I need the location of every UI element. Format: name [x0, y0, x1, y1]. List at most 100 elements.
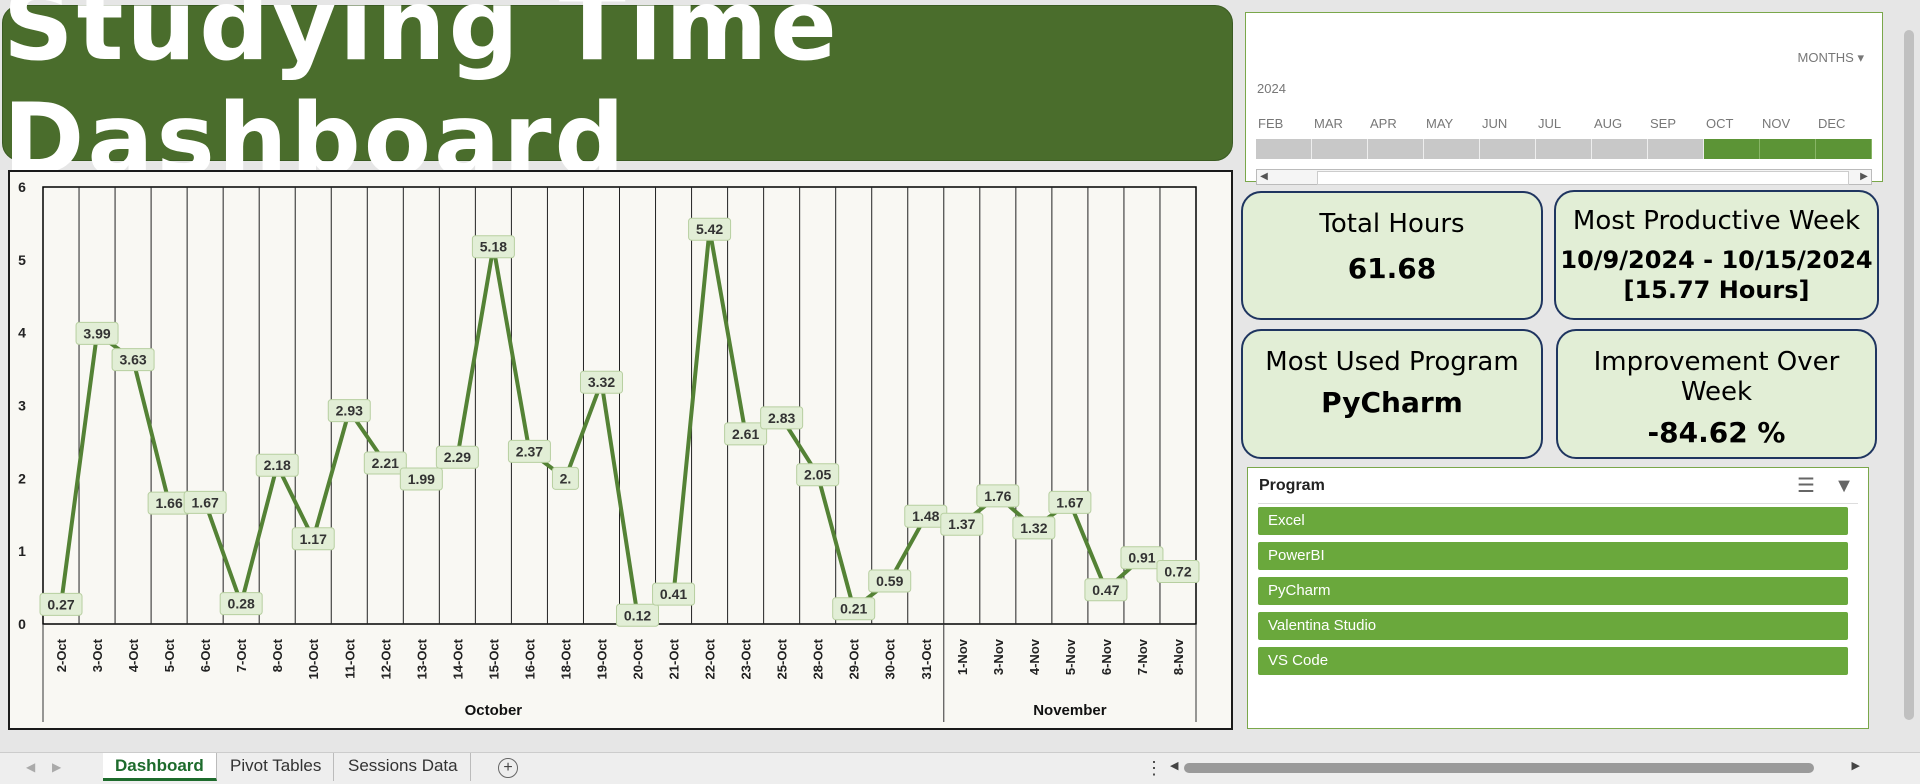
- data-label: 0.91: [1128, 550, 1155, 566]
- slicer-item-valentina-studio[interactable]: Valentina Studio: [1258, 612, 1848, 640]
- y-tick-label: 4: [18, 325, 26, 341]
- tab-dashboard[interactable]: Dashboard: [103, 753, 217, 781]
- data-label: 1.48: [912, 508, 939, 524]
- slicer-item-pycharm[interactable]: PyCharm: [1258, 577, 1848, 605]
- slicer-item-vs-code[interactable]: VS Code: [1258, 647, 1848, 675]
- data-label: 2.93: [336, 403, 363, 419]
- timeline-month-aug: AUG: [1594, 116, 1623, 131]
- add-sheet-icon[interactable]: +: [498, 758, 518, 778]
- data-label: 0.28: [228, 596, 255, 612]
- timeline-month-feb: FEB: [1258, 116, 1284, 131]
- vertical-scroll-thumb[interactable]: [1904, 30, 1914, 720]
- chevron-right-icon[interactable]: ▶: [52, 760, 61, 774]
- data-label: 1.99: [408, 471, 435, 487]
- study-hours-line-chart[interactable]: 0 1 2 3 4 5 6 October November 2-Oct 3-Oct 4-Oct 5-O…: [8, 170, 1233, 730]
- timeline-bar-sep[interactable]: [1648, 139, 1704, 159]
- timeline-scroll-thumb[interactable]: [1317, 171, 1849, 185]
- group-label-october: October: [465, 702, 523, 719]
- data-label: 2.21: [372, 455, 399, 471]
- slicer-item-excel[interactable]: Excel: [1258, 507, 1848, 535]
- kpi-productive-week-range: 10/9/2024 - 10/15/2024: [1560, 246, 1873, 274]
- data-label: 1.32: [1020, 520, 1047, 536]
- x-tick-label: 13-Oct: [414, 638, 429, 679]
- multi-select-icon[interactable]: ☰: [1792, 473, 1820, 499]
- kpi-improvement-over-week: Improvement Over Week -84.62 %: [1556, 329, 1877, 459]
- x-tick-label: 16-Oct: [522, 638, 537, 679]
- tab-sessions-data[interactable]: Sessions Data: [336, 753, 471, 781]
- timeline-bar-dec[interactable]: [1816, 139, 1872, 159]
- timeline-month-apr: APR: [1370, 116, 1397, 131]
- months-timeline[interactable]: MONTHS ▾ 2024 FEB MAR APR MAY JUN JUL AUG SEP OC…: [1245, 12, 1883, 185]
- x-tick-label: 4-Oct: [126, 638, 141, 672]
- timeline-bar-mar[interactable]: [1312, 139, 1368, 159]
- timeline-bar-apr[interactable]: [1368, 139, 1424, 159]
- chevron-left-icon[interactable]: ◀: [1257, 170, 1271, 184]
- y-tick-label: 2: [18, 470, 26, 486]
- x-tick-label: 18-Oct: [558, 638, 573, 679]
- more-options-icon[interactable]: ⋮: [1145, 758, 1163, 779]
- kpi-most-used-program: Most Used Program PyCharm: [1241, 329, 1543, 459]
- data-label: 1.37: [948, 516, 975, 532]
- data-label: 1.17: [300, 531, 327, 547]
- kpi-improvement-value: -84.62 %: [1647, 416, 1786, 449]
- data-label: 1.67: [192, 494, 219, 510]
- slicer-divider: [1258, 503, 1858, 504]
- timeline-month-sep: SEP: [1650, 116, 1677, 131]
- data-label: 0.59: [876, 573, 903, 589]
- kpi-most-used-title: Most Used Program: [1265, 347, 1519, 377]
- kpi-total-hours-title: Total Hours: [1319, 209, 1465, 239]
- chevron-right-icon[interactable]: ▶: [1857, 170, 1871, 184]
- timeline-period-dropdown[interactable]: MONTHS ▾: [1798, 50, 1865, 66]
- chevron-down-icon: ▾: [1857, 50, 1864, 65]
- timeline-bar-jul[interactable]: [1536, 139, 1592, 159]
- horizontal-scrollbar[interactable]: ◀ ▶: [1170, 759, 1860, 775]
- kpi-total-hours: Total Hours 61.68: [1241, 191, 1543, 320]
- timeline-month-jul: JUL: [1538, 116, 1562, 131]
- timeline-month-may: MAY: [1426, 116, 1454, 131]
- clear-filter-icon[interactable]: ▼: [1830, 473, 1858, 499]
- chevron-left-icon[interactable]: ◀: [1170, 759, 1178, 772]
- chevron-right-icon[interactable]: ▶: [1852, 759, 1860, 772]
- timeline-scrollbar[interactable]: ◀ ▶: [1256, 169, 1872, 185]
- x-tick-label: 7-Nov: [1135, 638, 1150, 675]
- data-label: 0.47: [1092, 582, 1119, 598]
- data-label: 0.41: [660, 586, 687, 602]
- x-tick-label: 8-Oct: [270, 638, 285, 672]
- x-tick-label: 8-Nov: [1171, 638, 1186, 675]
- chevron-left-icon[interactable]: ◀: [26, 760, 35, 774]
- slicer-item-powerbi[interactable]: PowerBI: [1258, 542, 1848, 570]
- data-label: 1.66: [155, 495, 182, 511]
- timeline-bar-nov[interactable]: [1760, 139, 1816, 159]
- vertical-scrollbar[interactable]: [1898, 0, 1920, 752]
- x-tick-label: 22-Oct: [703, 638, 718, 679]
- timeline-bar-feb[interactable]: [1256, 139, 1312, 159]
- x-tick-label: 23-Oct: [739, 638, 754, 679]
- tab-pivot-tables[interactable]: Pivot Tables: [218, 753, 335, 781]
- kpi-productive-week-hours: [15.77 Hours]: [1623, 276, 1810, 304]
- timeline-bar-aug[interactable]: [1592, 139, 1648, 159]
- timeline-month-nov: NOV: [1762, 116, 1791, 131]
- x-tick-label: 5-Oct: [162, 638, 177, 672]
- x-tick-label: 31-Oct: [919, 638, 934, 679]
- data-label: 2.61: [732, 426, 759, 442]
- program-slicer[interactable]: Program ☰ ▼ Excel PowerBI PyCharm Valent…: [1247, 467, 1869, 729]
- x-tick-label: 2-Oct: [54, 638, 69, 672]
- data-label: 1.67: [1056, 494, 1083, 510]
- y-tick-label: 5: [18, 252, 26, 268]
- data-label: 0.12: [624, 607, 651, 623]
- horizontal-scroll-thumb[interactable]: [1184, 763, 1814, 773]
- x-tick-label: 4-Nov: [1027, 638, 1042, 675]
- timeline-bar-oct[interactable]: [1704, 139, 1760, 159]
- chart-svg: 0 1 2 3 4 5 6 October November 2-Oct 3-Oct 4-Oct 5-O…: [18, 179, 1200, 722]
- x-tick-label: 20-Oct: [631, 638, 646, 679]
- data-label: 5.18: [480, 239, 507, 255]
- data-label: 2.37: [516, 443, 543, 459]
- timeline-bar-jun[interactable]: [1480, 139, 1536, 159]
- data-label: 0.27: [47, 596, 74, 612]
- sheet-tab-bar: ◀ ▶ Dashboard Pivot Tables Sessions Data…: [0, 752, 1920, 784]
- x-tick-label: 1-Nov: [955, 638, 970, 675]
- dashboard-title-banner: Studying Time Dashboard: [2, 0, 1233, 197]
- data-label: 2.: [560, 470, 572, 486]
- data-label: 5.42: [696, 221, 723, 237]
- timeline-bar-may[interactable]: [1424, 139, 1480, 159]
